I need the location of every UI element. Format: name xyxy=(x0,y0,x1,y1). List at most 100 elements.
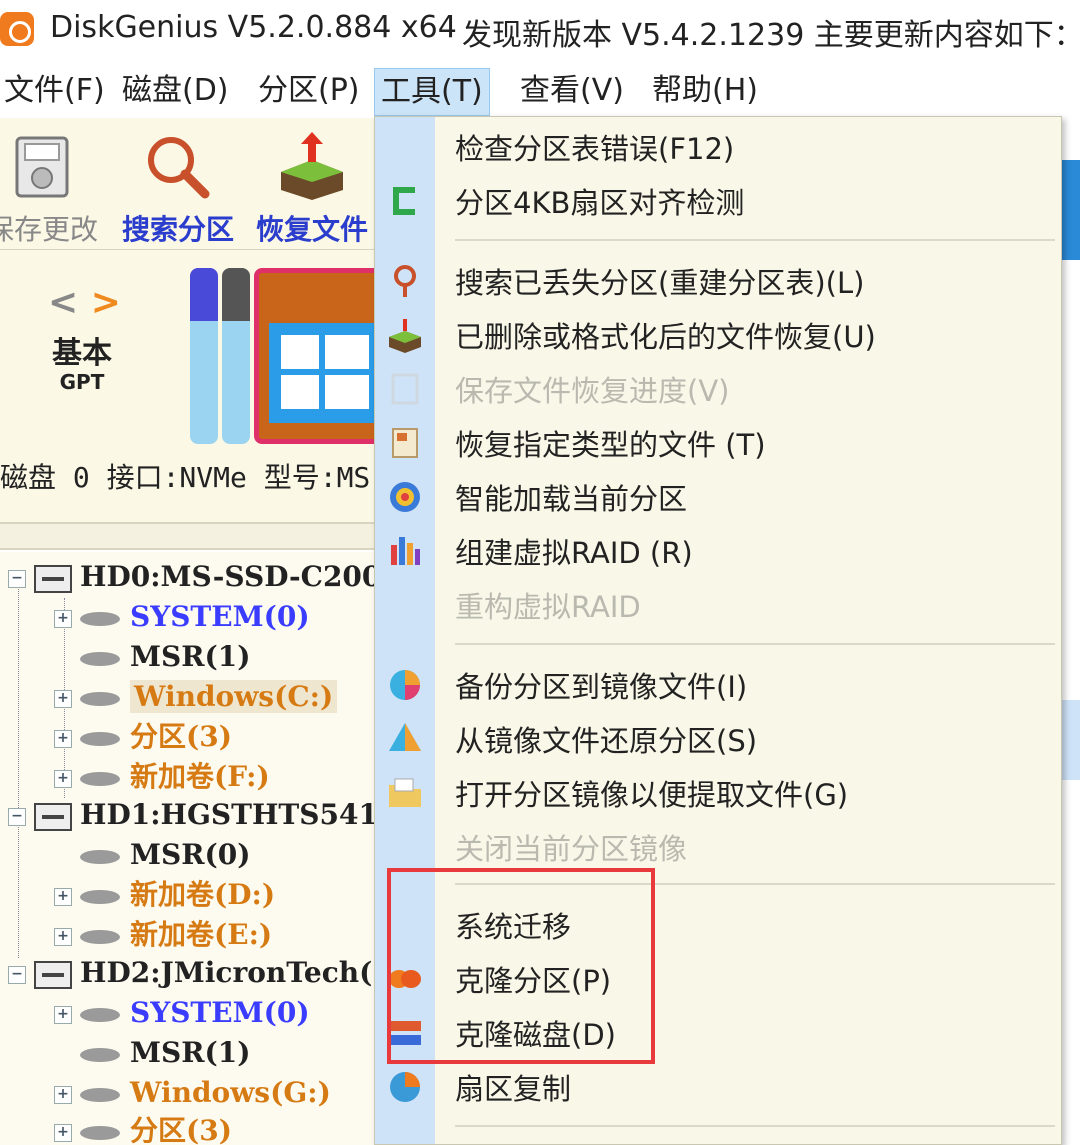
menu-open-partition-image[interactable]: 打开分区镜像以便提取文件(G) xyxy=(455,771,848,819)
recover-soil-icon xyxy=(281,132,343,200)
partition-bar-system[interactable] xyxy=(190,268,218,444)
partition-label: 新加卷(F:) xyxy=(130,760,270,793)
tree-partition-selected[interactable]: + Windows(C:) xyxy=(54,678,338,716)
toolbar: 保存更改 搜索分区 恢复文件 xyxy=(0,118,380,250)
disk-type-text: 基本 xyxy=(52,336,112,371)
expand-icon[interactable]: + xyxy=(54,769,72,788)
disk-type-label: 基本 GPT xyxy=(52,339,112,396)
tree-partition[interactable]: MSR(0) xyxy=(80,836,250,874)
save-changes-button[interactable]: 保存更改 xyxy=(0,124,102,248)
partition-icon xyxy=(80,731,120,746)
menu-partition[interactable]: 分区(P) xyxy=(252,68,366,116)
disk-nav-arrows[interactable]: < > xyxy=(48,282,121,323)
tree-partition[interactable]: + 分区(3) xyxy=(54,1112,232,1145)
expand-icon[interactable]: + xyxy=(54,927,72,946)
partition-label: 新加卷(E:) xyxy=(130,918,273,951)
menu-disk[interactable]: 磁盘(D) xyxy=(116,68,235,116)
tree-partition[interactable]: + Windows(G:) xyxy=(54,1074,331,1112)
menu-separator xyxy=(455,1125,1055,1127)
chevron-right-icon[interactable]: > xyxy=(91,282,121,323)
menu-deleted-file-recovery[interactable]: 已删除或格式化后的文件恢复(U) xyxy=(455,313,876,361)
menu-rebuild-virtual-raid[interactable]: 重构虚拟RAID xyxy=(455,583,641,631)
menu-check-partition-table[interactable]: 检查分区表错误(F12) xyxy=(455,125,734,173)
save-progress-icon xyxy=(391,373,419,405)
panel-splitter[interactable] xyxy=(0,522,380,550)
tree-partition[interactable]: MSR(1) xyxy=(80,638,250,676)
restore-image-icon xyxy=(389,723,421,751)
align-check-icon xyxy=(393,187,415,215)
menu-save-recovery-progress[interactable]: 保存文件恢复进度(V) xyxy=(455,367,729,415)
menu-restore-from-image[interactable]: 从镜像文件还原分区(S) xyxy=(455,717,757,765)
tree-partition[interactable]: + 分区(3) xyxy=(54,718,232,756)
search-partition-label: 搜索分区 xyxy=(121,213,234,246)
menu-sector-copy[interactable]: 扇区复制 xyxy=(455,1065,571,1113)
partition-label: MSR(1) xyxy=(130,640,251,673)
menu-tools[interactable]: 工具(T) xyxy=(374,68,490,116)
collapse-icon[interactable]: − xyxy=(8,807,26,826)
highlight-annotation-box xyxy=(387,868,655,1064)
smart-load-icon xyxy=(390,482,420,512)
partition-label: 新加卷(D:) xyxy=(130,878,276,911)
hard-disk-icon xyxy=(34,802,72,831)
backup-image-icon xyxy=(390,670,420,700)
menu-search-lost-partitions[interactable]: 搜索已丢失分区(重建分区表)(L) xyxy=(455,259,864,307)
disk-label: HD0:MS-SSD-C2000 xyxy=(80,560,380,593)
chevron-left-icon[interactable]: < xyxy=(48,282,78,323)
recover-files-button[interactable]: 恢复文件 xyxy=(252,124,372,248)
recover-files-label: 恢复文件 xyxy=(255,213,368,246)
expand-icon[interactable]: + xyxy=(54,729,72,748)
menu-smart-load-partition[interactable]: 智能加载当前分区 xyxy=(455,475,687,523)
menu-help[interactable]: 帮助(H) xyxy=(646,68,764,116)
tree-partition[interactable]: + 新加卷(D:) xyxy=(54,876,275,914)
menu-4kb-alignment[interactable]: 分区4KB扇区对齐检测 xyxy=(455,179,744,227)
partition-icon xyxy=(80,889,120,904)
menu-view[interactable]: 查看(V) xyxy=(514,68,630,116)
partition-icon xyxy=(80,611,120,626)
open-image-folder-icon xyxy=(389,778,421,807)
search-partition-button[interactable]: 搜索分区 xyxy=(118,124,238,248)
menu-separator xyxy=(455,643,1055,645)
disk-tree: − HD0:MS-SSD-C2000 + SYSTEM(0) MSR(1) + Win… xyxy=(0,552,380,1145)
update-notice[interactable]: 发现新版本 V5.4.2.1239 主要更新内容如下：3. xyxy=(462,10,1080,54)
file-type-icon xyxy=(392,428,418,458)
tree-partition[interactable]: + 新加卷(F:) xyxy=(54,758,270,796)
expand-icon[interactable]: + xyxy=(54,689,72,708)
tree-partition[interactable]: + SYSTEM(0) xyxy=(54,598,310,636)
partition-icon xyxy=(80,1125,120,1140)
expand-icon[interactable]: + xyxy=(54,1123,72,1142)
menu-recover-file-types[interactable]: 恢复指定类型的文件 (T) xyxy=(455,421,766,469)
collapse-icon[interactable]: − xyxy=(8,569,26,588)
menu-build-virtual-raid[interactable]: 组建虚拟RAID (R) xyxy=(455,529,693,577)
menu-backup-to-image[interactable]: 备份分区到镜像文件(I) xyxy=(455,663,747,711)
expand-icon[interactable]: + xyxy=(54,1005,72,1024)
partition-label: 分区(3) xyxy=(130,1114,232,1145)
disk-scheme-text: GPT xyxy=(59,370,105,394)
background-panel-edge xyxy=(1060,700,1080,780)
partition-icon xyxy=(80,849,120,864)
save-disk-icon xyxy=(15,136,69,198)
sector-copy-icon xyxy=(390,1072,420,1102)
expand-icon[interactable]: + xyxy=(54,609,72,628)
menu-bar: 文件(F) 磁盘(D) 分区(P) 工具(T) 查看(V) 帮助(H) xyxy=(0,62,1080,118)
window-title: DiskGenius V5.2.0.884 x64 xyxy=(50,10,457,45)
tree-partition[interactable]: MSR(1) xyxy=(80,1034,250,1072)
search-lost-partition-icon xyxy=(394,265,416,297)
disk-label: HD1:HGSTHTS54101 xyxy=(80,798,380,831)
partition-bar-windows[interactable] xyxy=(254,268,384,444)
tree-disk-hd2[interactable]: − HD2:JMicronTech( xyxy=(8,954,372,992)
partition-label: Windows(G:) xyxy=(130,1076,331,1109)
collapse-icon[interactable]: − xyxy=(8,965,26,984)
menu-close-partition-image[interactable]: 关闭当前分区镜像 xyxy=(455,825,687,873)
tree-partition[interactable]: + SYSTEM(0) xyxy=(54,994,310,1032)
partition-label: 分区(3) xyxy=(130,720,232,753)
partition-bar-msr[interactable] xyxy=(222,268,250,444)
expand-icon[interactable]: + xyxy=(54,1085,72,1104)
tree-disk-hd1[interactable]: − HD1:HGSTHTS54101 xyxy=(8,796,380,834)
partition-label: MSR(0) xyxy=(130,838,251,871)
tree-disk-hd0[interactable]: − HD0:MS-SSD-C2000 xyxy=(8,558,380,596)
partition-label: MSR(1) xyxy=(130,1036,251,1069)
tree-guide-line xyxy=(18,578,19,958)
tree-partition[interactable]: + 新加卷(E:) xyxy=(54,916,272,954)
expand-icon[interactable]: + xyxy=(54,887,72,906)
menu-file[interactable]: 文件(F) xyxy=(0,68,111,116)
